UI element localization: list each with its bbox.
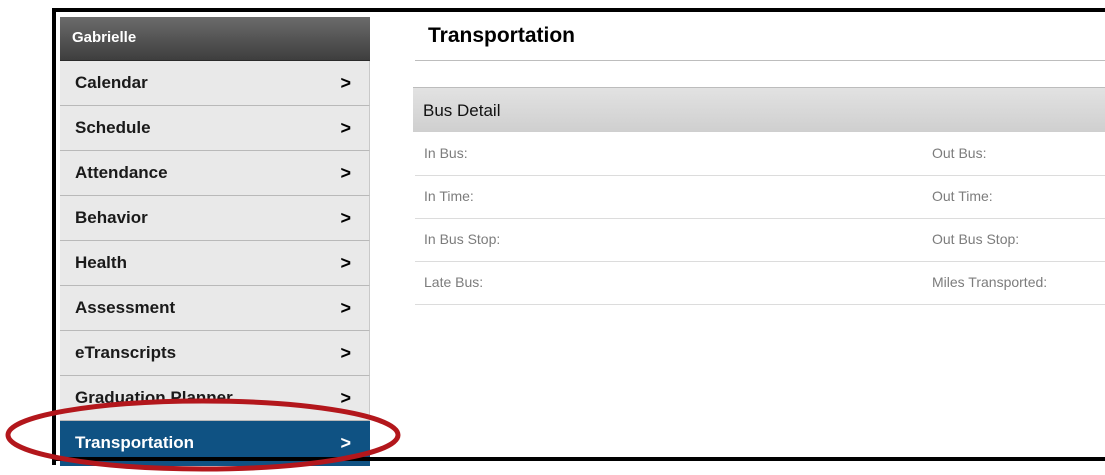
bus-detail-header: Bus Detail: [413, 87, 1105, 132]
chevron-right-icon: >: [340, 208, 351, 228]
sidebar-item-health[interactable]: Health >: [60, 241, 370, 286]
miles-transported-label: Miles Transported:: [932, 274, 1048, 290]
in-bus-label: In Bus:: [424, 145, 468, 161]
chevron-right-icon: >: [340, 118, 351, 138]
chevron-right-icon: >: [340, 298, 351, 318]
sidebar-item-label: Calendar: [75, 73, 148, 92]
out-bus-stop-label: Out Bus Stop:: [932, 231, 1020, 247]
out-time-label: Out Time:: [932, 188, 993, 204]
in-time-label: In Time:: [424, 188, 474, 204]
field-row: In Time: Out Time:: [415, 176, 1105, 219]
field-row: Late Bus: Miles Transported:: [415, 262, 1105, 305]
sidebar-item-etranscripts[interactable]: eTranscripts >: [60, 331, 370, 376]
chevron-right-icon: >: [340, 73, 351, 93]
sidebar-item-label: Graduation Planner: [75, 388, 233, 407]
chevron-right-icon: >: [340, 253, 351, 273]
sidebar-item-label: Assessment: [75, 298, 176, 317]
sidebar-item-attendance[interactable]: Attendance >: [60, 151, 370, 196]
sidebar-item-schedule[interactable]: Schedule >: [60, 106, 370, 151]
sidebar-item-label: Attendance: [75, 163, 168, 182]
sidebar-item-assessment[interactable]: Assessment >: [60, 286, 370, 331]
sidebar-item-label: Health: [75, 253, 127, 272]
sidebar-item-label: Schedule: [75, 118, 151, 137]
sidebar-item-calendar[interactable]: Calendar >: [60, 61, 370, 106]
title-divider: [415, 60, 1105, 61]
chevron-right-icon: >: [340, 163, 351, 183]
sidebar-item-label: Behavior: [75, 208, 148, 227]
student-sidebar: Gabrielle Calendar > Schedule > Attendan…: [60, 17, 370, 466]
field-row: In Bus Stop: Out Bus Stop:: [415, 219, 1105, 262]
chevron-right-icon: >: [340, 388, 351, 408]
sidebar-item-label: eTranscripts: [75, 343, 177, 362]
frame-bottom-border: [52, 457, 1105, 461]
out-bus-label: Out Bus:: [932, 145, 987, 161]
late-bus-label: Late Bus:: [424, 274, 484, 290]
field-row: In Bus: Out Bus:: [415, 133, 1105, 176]
sidebar-item-graduation-planner[interactable]: Graduation Planner >: [60, 376, 370, 421]
student-name-header: Gabrielle: [60, 17, 370, 61]
page-title: Transportation: [428, 24, 576, 47]
in-bus-stop-label: In Bus Stop:: [424, 231, 501, 247]
sidebar-item-behavior[interactable]: Behavior >: [60, 196, 370, 241]
chevron-right-icon: >: [340, 343, 351, 363]
